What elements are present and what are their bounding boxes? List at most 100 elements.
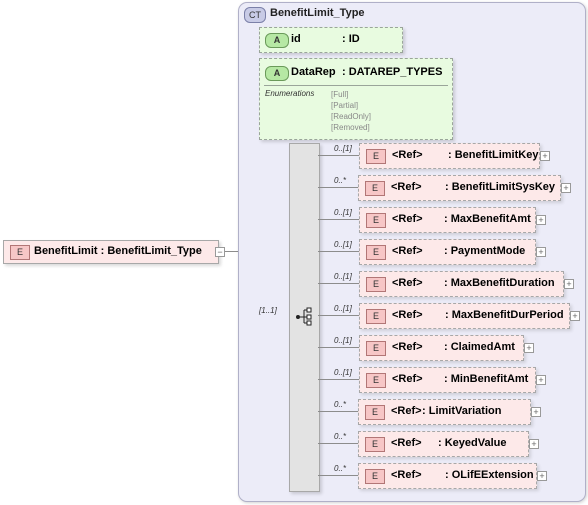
attribute-badge: A: [265, 33, 289, 48]
element-ref-box[interactable]: E <Ref> : BenefitLimitKey: [359, 143, 540, 169]
attribute-type: : DATAREP_TYPES: [342, 66, 443, 78]
element-badge: E: [10, 245, 30, 260]
element-ref-box[interactable]: E <Ref>: LimitVariation: [358, 399, 531, 425]
element-cardinality: 0..[1]: [334, 336, 352, 345]
element-connector: [318, 475, 358, 476]
element-ref-box[interactable]: E <Ref> : MaxBenefitAmt: [359, 207, 536, 233]
sequence-icon: [296, 307, 312, 326]
element-ref-box[interactable]: E <Ref> : MinBenefitAmt: [359, 367, 536, 393]
element-badge: E: [366, 149, 386, 164]
expand-icon[interactable]: +: [537, 471, 547, 481]
element-ref-label: <Ref>: [391, 181, 422, 193]
element-badge: E: [366, 213, 386, 228]
element-ref-box[interactable]: E <Ref> : PaymentMode: [359, 239, 536, 265]
element-ref-label: <Ref>: [391, 405, 422, 417]
element-name: : MaxBenefitDurPeriod: [445, 309, 564, 321]
expand-icon[interactable]: +: [561, 183, 571, 193]
element-connector: [318, 283, 359, 284]
element-name: : OLifEExtension: [445, 469, 534, 481]
expand-icon[interactable]: +: [529, 439, 539, 449]
element-name: : BenefitLimitKey: [448, 149, 539, 161]
element-cardinality: 0..[1]: [334, 304, 352, 313]
enumeration-value: [Partial]: [331, 101, 359, 110]
element-ref-label: <Ref>: [392, 245, 423, 257]
element-ref-label: <Ref>: [392, 373, 423, 385]
element-ref-box[interactable]: E <Ref> : OLifEExtension: [358, 463, 537, 489]
element-connector: [318, 187, 358, 188]
root-element[interactable]: E BenefitLimit : BenefitLimit_Type: [3, 240, 219, 264]
element-connector: [318, 315, 359, 316]
element-badge: E: [366, 277, 386, 292]
expand-icon[interactable]: +: [524, 343, 534, 353]
element-connector: [318, 347, 359, 348]
element-name: : KeyedValue: [438, 437, 507, 449]
enumerations-label: Enumerations: [265, 89, 315, 98]
element-name: : MaxBenefitAmt: [444, 213, 531, 225]
element-name: : ClaimedAmt: [444, 341, 515, 353]
element-badge: E: [365, 469, 385, 484]
element-cardinality: 0..[1]: [334, 208, 352, 217]
root-collapse-icon[interactable]: −: [215, 247, 225, 257]
attribute-type: : ID: [342, 33, 360, 45]
element-name: : LimitVariation: [422, 405, 502, 417]
attribute-badge: A: [265, 66, 289, 81]
element-cardinality: 0..*: [334, 464, 347, 473]
element-badge: E: [365, 437, 385, 452]
element-ref-box[interactable]: E <Ref> : ClaimedAmt: [359, 335, 524, 361]
attribute-name: DataRep: [291, 66, 336, 78]
element-ref-box[interactable]: E <Ref> : MaxBenefitDuration: [359, 271, 564, 297]
expand-icon[interactable]: +: [564, 279, 574, 289]
attribute-datarep[interactable]: A DataRep : DATAREP_TYPES Enumerations […: [259, 58, 453, 140]
element-badge: E: [365, 405, 385, 420]
element-ref-label: <Ref>: [392, 213, 423, 225]
expand-icon[interactable]: +: [536, 215, 546, 225]
element-cardinality: 0..*: [334, 432, 347, 441]
complex-type-badge: CT: [244, 7, 266, 23]
element-badge: E: [366, 309, 386, 324]
element-cardinality: 0..[1]: [334, 368, 352, 377]
enumeration-value: [Removed]: [331, 123, 370, 132]
element-connector: [318, 219, 359, 220]
enumeration-value: [Full]: [331, 90, 349, 99]
attribute-id[interactable]: A id : ID: [259, 27, 403, 53]
element-connector: [318, 251, 359, 252]
sequence-cardinality: [1..1]: [259, 306, 277, 315]
element-ref-box[interactable]: E <Ref> : BenefitLimitSysKey: [358, 175, 561, 201]
element-ref-box[interactable]: E <Ref> : MaxBenefitDurPeriod: [359, 303, 570, 329]
element-badge: E: [366, 245, 386, 260]
enumeration-value: [ReadOnly]: [331, 112, 372, 121]
enumeration-values: [Full] [Partial] [ReadOnly] [Removed]: [331, 89, 371, 133]
element-name: : MinBenefitAmt: [444, 373, 529, 385]
element-cardinality: 0..*: [334, 176, 347, 185]
element-badge: E: [366, 373, 386, 388]
expand-icon[interactable]: +: [540, 151, 550, 161]
element-connector: [318, 155, 359, 156]
expand-icon[interactable]: +: [536, 375, 546, 385]
element-ref-label: <Ref>: [392, 149, 423, 161]
element-name: : MaxBenefitDuration: [444, 277, 555, 289]
element-badge: E: [366, 341, 386, 356]
element-cardinality: 0..[1]: [334, 144, 352, 153]
element-ref-label: <Ref>: [391, 437, 422, 449]
enumeration-divider: [264, 85, 448, 86]
element-cardinality: 0..*: [334, 400, 347, 409]
root-element-label: BenefitLimit : BenefitLimit_Type: [34, 245, 202, 257]
attribute-name: id: [291, 33, 301, 45]
element-name: : PaymentMode: [444, 245, 526, 257]
element-connector: [318, 379, 359, 380]
element-connector: [318, 411, 358, 412]
element-cardinality: 0..[1]: [334, 240, 352, 249]
element-connector: [318, 443, 358, 444]
expand-icon[interactable]: +: [536, 247, 546, 257]
element-badge: E: [365, 181, 385, 196]
complex-type-title: BenefitLimit_Type: [270, 7, 365, 19]
element-ref-label: <Ref>: [392, 341, 423, 353]
element-cardinality: 0..[1]: [334, 272, 352, 281]
element-ref-label: <Ref>: [392, 309, 423, 321]
element-ref-label: <Ref>: [391, 469, 422, 481]
element-ref-label: <Ref>: [392, 277, 423, 289]
expand-icon[interactable]: +: [570, 311, 580, 321]
element-name: : BenefitLimitSysKey: [445, 181, 556, 193]
expand-icon[interactable]: +: [531, 407, 541, 417]
element-ref-box[interactable]: E <Ref> : KeyedValue: [358, 431, 529, 457]
